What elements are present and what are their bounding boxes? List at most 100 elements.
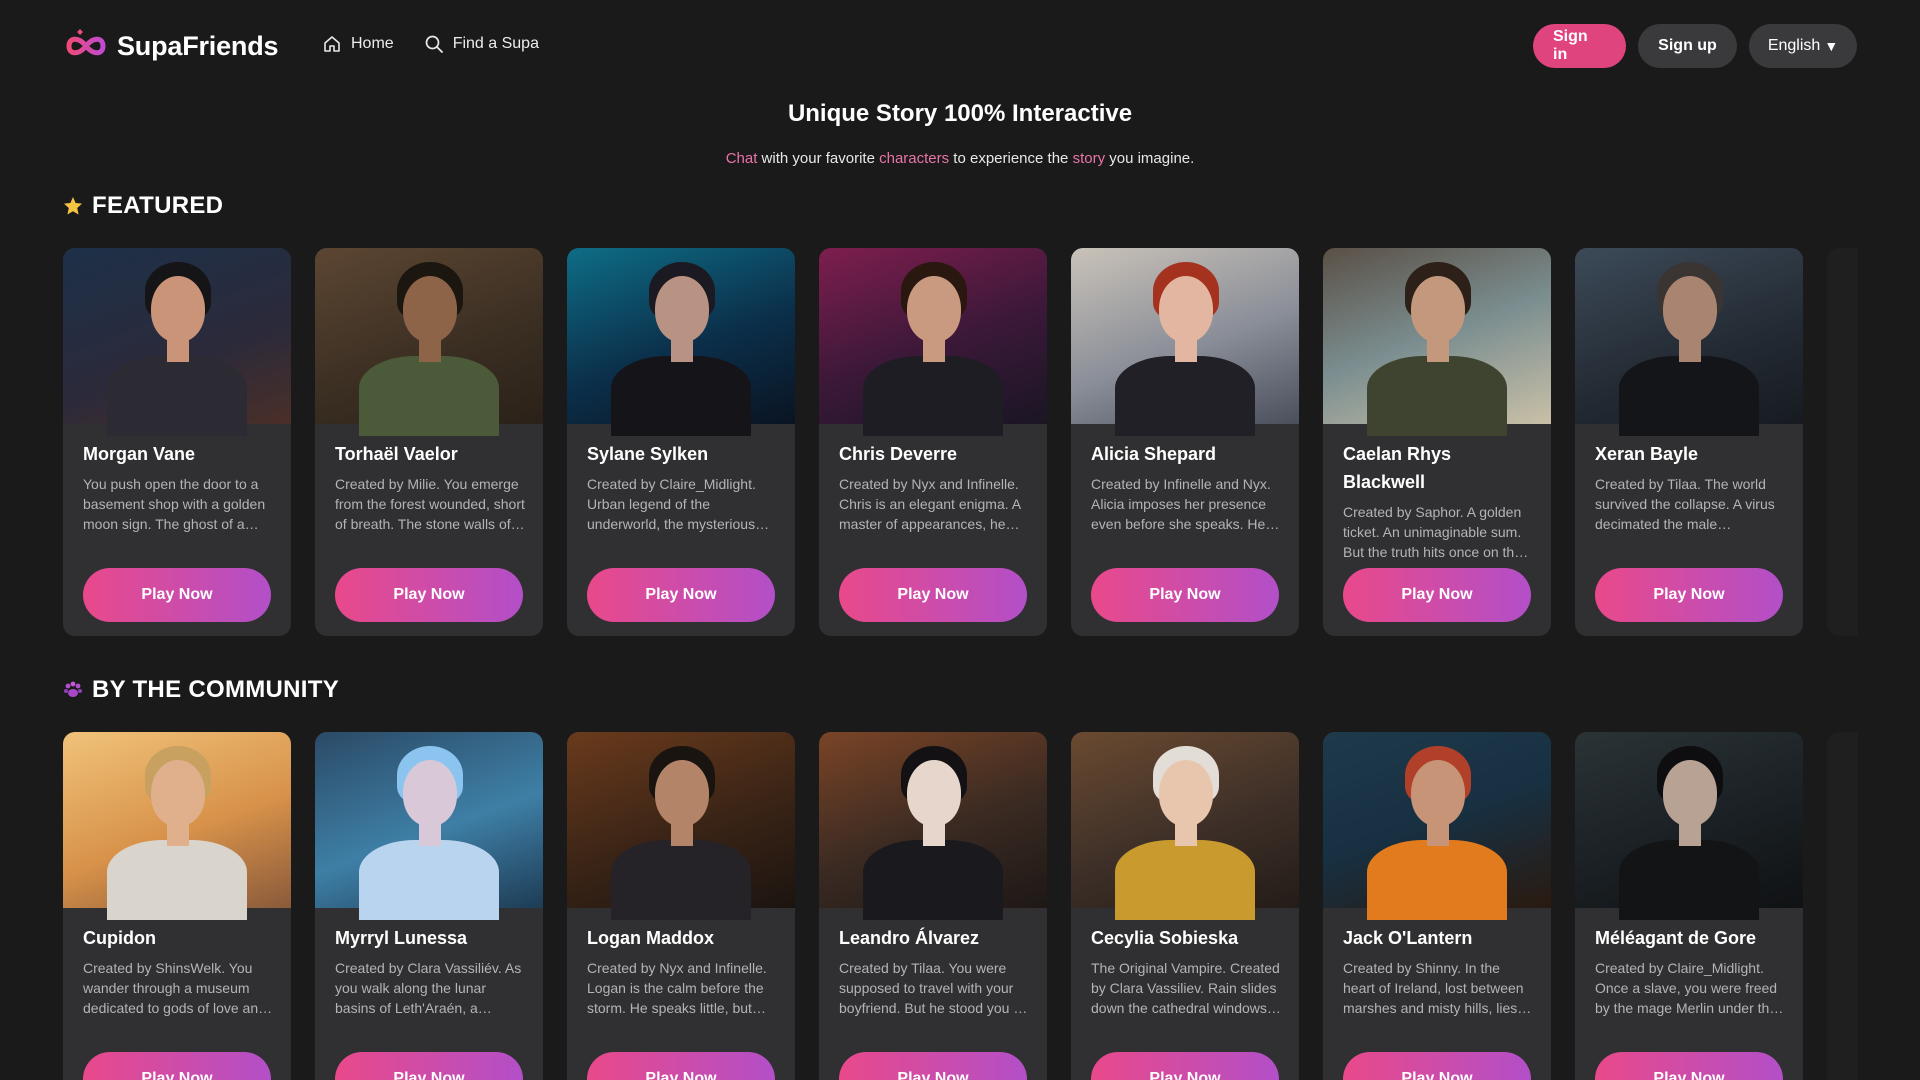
character-portrait[interactable]: [567, 248, 795, 436]
character-description: Created by ShinsWelk. You wander through…: [83, 960, 266, 1016]
hero-text-1: with your favorite: [757, 150, 880, 167]
character-card[interactable]: Cecylia Sobieska The Original Vampire. C…: [1071, 732, 1299, 1080]
character-portrait[interactable]: [1575, 732, 1803, 920]
character-card[interactable]: Morgan Vane You push open the door to a …: [63, 248, 291, 636]
character-card[interactable]: Cupidon Created by ShinsWelk. You wander…: [63, 732, 291, 1080]
nav-home-label: Home: [351, 35, 394, 52]
character-name: Cecylia Sobieska: [1091, 928, 1239, 948]
character-card[interactable]: Logan Maddox Created by Nyx and Infinell…: [567, 732, 795, 1080]
character-name: Xeran Bayle: [1595, 444, 1699, 464]
character-portrait[interactable]: [315, 248, 543, 436]
featured-carousel[interactable]: Morgan Vane You push open the door to a …: [63, 248, 1858, 648]
play-now-button[interactable]: Play Now: [1343, 568, 1531, 622]
sign-in-button[interactable]: Sign in: [1533, 24, 1626, 68]
character-name: Logan Maddox: [587, 928, 714, 948]
search-icon: [425, 35, 443, 53]
character-description: Created by Nyx and Infinelle. Logan is t…: [587, 960, 767, 1016]
portrait-art: [1323, 732, 1551, 920]
character-description: You push open the door to a basement sho…: [83, 476, 266, 532]
character-card[interactable]: Leandro Álvarez Created by Tilaa. You we…: [819, 732, 1047, 1080]
character-portrait[interactable]: [567, 732, 795, 920]
portrait-art: [63, 248, 291, 436]
language-selector[interactable]: English ▼: [1749, 24, 1857, 68]
play-now-button[interactable]: Play Now: [839, 568, 1027, 622]
character-card-partial[interactable]: [1827, 732, 1858, 1080]
card-body: Torhaël Vaelor Created by Milie. You eme…: [335, 424, 525, 534]
nav-find-a-supa[interactable]: Find a Supa: [424, 34, 539, 54]
character-portrait[interactable]: [819, 248, 1047, 436]
character-portrait[interactable]: [63, 248, 291, 436]
play-now-button[interactable]: Play Now: [1595, 1052, 1783, 1080]
character-card[interactable]: Caelan Rhys Blackwell Created by Saphor.…: [1323, 248, 1551, 636]
community-carousel[interactable]: Cupidon Created by ShinsWelk. You wander…: [63, 732, 1858, 1080]
character-card[interactable]: Méléagant de Gore Created by Claire_Midl…: [1575, 732, 1803, 1080]
character-portrait[interactable]: [1323, 732, 1551, 920]
card-body: Logan Maddox Created by Nyx and Infinell…: [587, 908, 777, 1018]
character-portrait[interactable]: [819, 732, 1047, 920]
hero-text-3: you imagine.: [1105, 150, 1195, 167]
brand-name: SupaFriends: [117, 30, 279, 61]
portrait-art: [1071, 732, 1299, 920]
character-description: The Original Vampire. Created by Clara V…: [1091, 960, 1280, 1016]
character-card[interactable]: Myrryl Lunessa Created by Clara Vassilié…: [315, 732, 543, 1080]
hero-text-2: to experience the: [949, 150, 1073, 167]
character-card[interactable]: Xeran Bayle Created by Tilaa. The world …: [1575, 248, 1803, 636]
nav-home[interactable]: Home: [322, 34, 394, 54]
character-name: Alicia Shepard: [1091, 444, 1217, 464]
character-card[interactable]: Alicia Shepard Created by Infinelle and …: [1071, 248, 1299, 636]
portrait-art: [567, 732, 795, 920]
character-description: Created by Tilaa. You were supposed to t…: [839, 960, 1029, 1016]
card-body: Caelan Rhys Blackwell Created by Saphor.…: [1343, 424, 1533, 562]
character-name: Jack O'Lantern: [1343, 928, 1473, 948]
featured-title-text: FEATURED: [92, 192, 224, 219]
character-description: Created by Claire_Midlight. Urban legend…: [587, 476, 756, 532]
brand-logo[interactable]: SupaFriends: [63, 26, 279, 66]
play-now-button[interactable]: Play Now: [1595, 568, 1783, 622]
infinity-heart-logo-icon: [66, 29, 106, 56]
character-card[interactable]: Sylane Sylken Created by Claire_Midlight…: [567, 248, 795, 636]
play-now-button[interactable]: Play Now: [587, 568, 775, 622]
character-name: Chris Deverre: [839, 444, 958, 464]
character-card[interactable]: Jack O'Lantern Created by Shinny. In the…: [1323, 732, 1551, 1080]
character-card[interactable]: Torhaël Vaelor Created by Milie. You eme…: [315, 248, 543, 636]
portrait-art: [315, 732, 543, 920]
character-description: Created by Tilaa. The world survived the…: [1595, 476, 1775, 532]
play-now-button[interactable]: Play Now: [1091, 1052, 1279, 1080]
portrait-art: [819, 732, 1047, 920]
character-portrait[interactable]: [1323, 248, 1551, 436]
language-label: English: [1767, 37, 1821, 54]
character-portrait[interactable]: [1575, 248, 1803, 436]
character-description: Created by Clara Vassiliév. As you walk …: [335, 960, 522, 1016]
card-body: Alicia Shepard Created by Infinelle and …: [1091, 424, 1281, 534]
play-now-button[interactable]: Play Now: [1091, 568, 1279, 622]
portrait-art: [315, 248, 543, 436]
character-name: Leandro Álvarez: [839, 928, 980, 948]
portrait-art: [1575, 248, 1803, 436]
card-body: Leandro Álvarez Created by Tilaa. You we…: [839, 908, 1029, 1018]
character-card-partial[interactable]: [1827, 248, 1858, 636]
character-portrait[interactable]: [63, 732, 291, 920]
play-now-button[interactable]: Play Now: [587, 1052, 775, 1080]
sign-up-button[interactable]: Sign up: [1638, 24, 1737, 68]
character-portrait[interactable]: [1071, 248, 1299, 436]
character-card[interactable]: Chris Deverre Created by Nyx and Infinel…: [819, 248, 1047, 636]
hero-subtitle: Chat with your favorite characters to ex…: [0, 150, 1920, 167]
play-now-button[interactable]: Play Now: [1343, 1052, 1531, 1080]
card-body: Morgan Vane You push open the door to a …: [83, 424, 273, 534]
character-portrait[interactable]: [315, 732, 543, 920]
character-name: Sylane Sylken: [587, 444, 709, 464]
card-body: Chris Deverre Created by Nyx and Infinel…: [839, 424, 1029, 534]
character-portrait[interactable]: [1071, 732, 1299, 920]
hero-title: Unique Story 100% Interactive: [787, 100, 1133, 127]
card-body: Myrryl Lunessa Created by Clara Vassilié…: [335, 908, 525, 1018]
portrait-art: [567, 248, 795, 436]
play-now-button[interactable]: Play Now: [83, 568, 271, 622]
play-now-button[interactable]: Play Now: [83, 1052, 271, 1080]
play-now-button[interactable]: Play Now: [335, 1052, 523, 1080]
hero-highlight-chat: Chat: [725, 150, 758, 167]
character-description: Created by Claire_Midlight. Once a slave…: [1595, 960, 1778, 1016]
card-body: Cupidon Created by ShinsWelk. You wander…: [83, 908, 273, 1018]
play-now-button[interactable]: Play Now: [839, 1052, 1027, 1080]
character-description: Created by Infinelle and Nyx. Alicia imp…: [1091, 476, 1271, 532]
play-now-button[interactable]: Play Now: [335, 568, 523, 622]
